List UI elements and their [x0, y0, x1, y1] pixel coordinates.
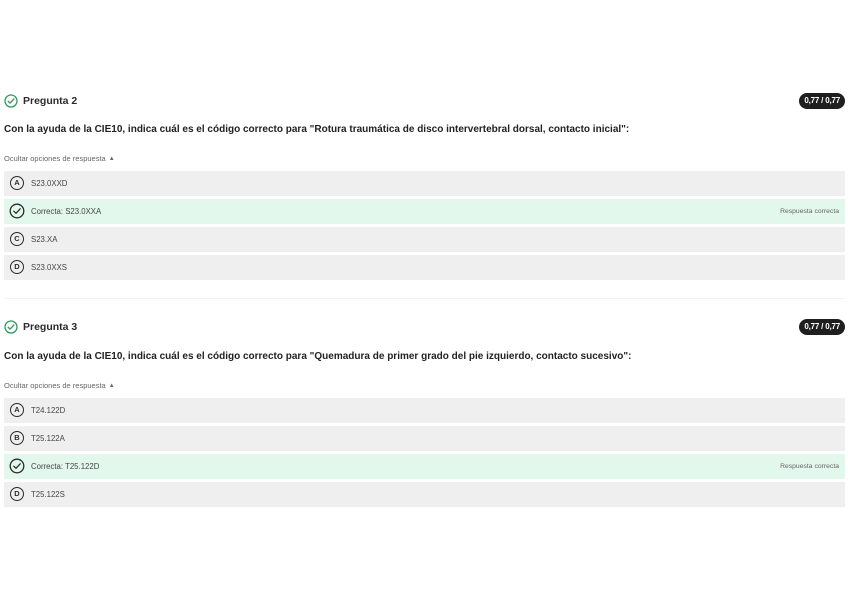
- option-label: Correcta: S23.0XXA: [31, 207, 102, 216]
- option-feedback: Respuesta correcta: [780, 463, 839, 470]
- toggle-options-label: Ocultar opciones de respuesta: [4, 381, 106, 390]
- question-divider: [4, 298, 845, 299]
- answer-option[interactable]: A T24.122D: [4, 398, 845, 423]
- option-letter: A: [10, 176, 24, 190]
- option-label: S23.0XXD: [31, 179, 68, 188]
- option-letter: C: [10, 232, 24, 246]
- option-letter: A: [10, 403, 24, 417]
- chevron-up-icon: ▲: [108, 383, 115, 389]
- option-letter: D: [10, 260, 24, 274]
- question-header: Pregunta 2 0,77 / 0,77: [4, 93, 845, 111]
- question-block: Pregunta 3 0,77 / 0,77 Con la ayuda de l…: [4, 319, 845, 507]
- option-letter: D: [10, 487, 24, 501]
- question-header: Pregunta 3 0,77 / 0,77: [4, 319, 845, 337]
- question-text: Con la ayuda de la CIE10, indica cuál es…: [4, 124, 630, 135]
- score-badge: 0,77 / 0,77: [799, 93, 845, 109]
- question-title: Pregunta 2: [23, 95, 78, 107]
- question-block: Pregunta 2 0,77 / 0,77 Con la ayuda de l…: [4, 93, 845, 280]
- option-feedback: Respuesta correcta: [780, 208, 839, 215]
- answer-option[interactable]: B T25.122A: [4, 426, 845, 451]
- option-letter: B: [10, 431, 24, 445]
- check-circle-icon: [9, 203, 25, 219]
- question-title: Pregunta 3: [23, 321, 78, 333]
- option-label: T24.122D: [31, 406, 66, 415]
- chevron-up-icon: ▲: [108, 156, 115, 162]
- toggle-options-button[interactable]: Ocultar opciones de respuesta ▲: [4, 381, 115, 390]
- option-label: T25.122S: [31, 490, 65, 499]
- option-label: S23.XA: [31, 235, 58, 244]
- answer-option[interactable]: C S23.XA: [4, 227, 845, 252]
- answer-option[interactable]: D S23.0XXS: [4, 255, 845, 280]
- toggle-options-button[interactable]: Ocultar opciones de respuesta ▲: [4, 154, 115, 163]
- option-label: T25.122A: [31, 434, 65, 443]
- toggle-options-label: Ocultar opciones de respuesta: [4, 154, 106, 163]
- answer-option[interactable]: A S23.0XXD: [4, 171, 845, 196]
- check-circle-icon: [4, 320, 18, 334]
- answer-option-correct[interactable]: Correcta: T25.122D Respuesta correcta: [4, 454, 845, 479]
- check-circle-icon: [4, 94, 18, 108]
- check-circle-icon: [9, 458, 25, 474]
- question-text: Con la ayuda de la CIE10, indica cuál es…: [4, 351, 632, 362]
- answer-option[interactable]: D T25.122S: [4, 482, 845, 507]
- option-label: S23.0XXS: [31, 263, 67, 272]
- score-badge: 0,77 / 0,77: [799, 319, 845, 335]
- answer-option-correct[interactable]: Correcta: S23.0XXA Respuesta correcta: [4, 199, 845, 224]
- option-label: Correcta: T25.122D: [31, 462, 100, 471]
